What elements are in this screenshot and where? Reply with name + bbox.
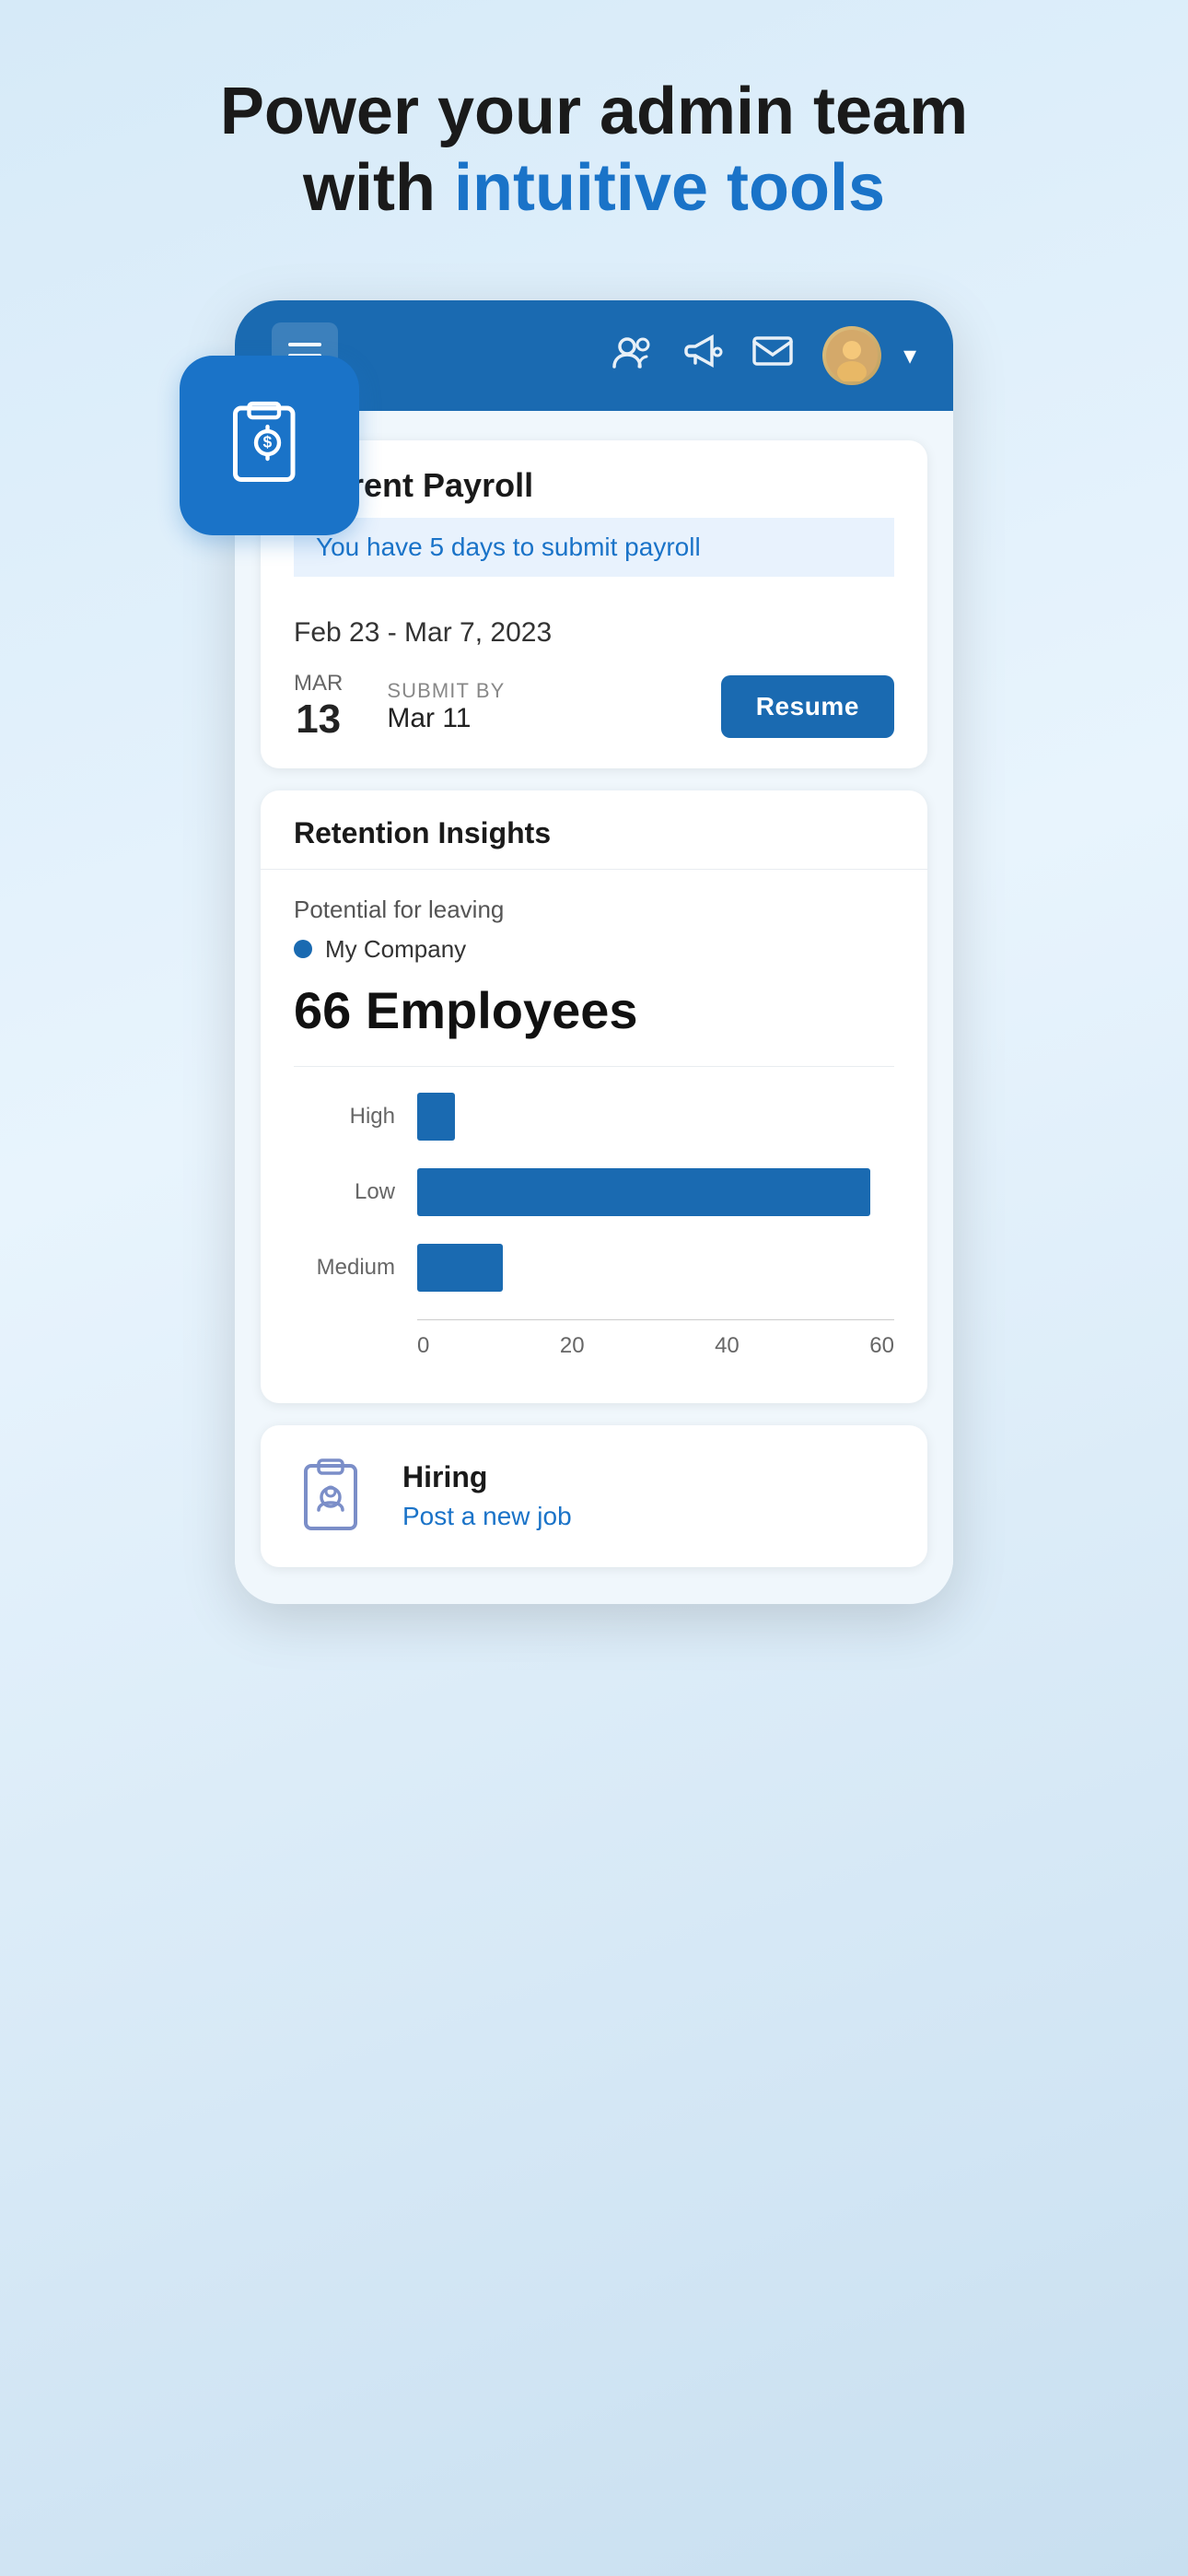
payroll-submit-by: SUBMIT BY Mar 11	[387, 679, 505, 734]
retention-title: Retention Insights	[294, 816, 894, 850]
hiring-text: Hiring Post a new job	[402, 1460, 572, 1531]
payroll-date-group: MAR 13 SUBMIT BY Mar 11	[294, 671, 505, 743]
payroll-icon-float: $	[180, 356, 359, 535]
payroll-card: Current Payroll You have 5 days to submi…	[261, 440, 927, 768]
payroll-day-number: 13	[296, 697, 341, 743]
company-name: My Company	[325, 935, 466, 964]
payroll-title: Current Payroll	[294, 466, 894, 505]
chart-label-medium: Medium	[294, 1255, 395, 1281]
payroll-header: Current Payroll You have 5 days to submi…	[261, 440, 927, 591]
bar-chart: High Low	[294, 1093, 894, 1377]
hiring-card: Hiring Post a new job	[261, 1425, 927, 1567]
people-icon[interactable]	[612, 334, 653, 378]
hiring-icon	[298, 1455, 372, 1538]
divider	[294, 1066, 894, 1067]
hero-title: Power your admin team with intuitive too…	[0, 74, 1188, 227]
hiring-link[interactable]: Post a new job	[402, 1502, 572, 1530]
retention-card: Retention Insights Potential for leaving…	[261, 790, 927, 1403]
chart-row-high: High	[294, 1093, 894, 1141]
chart-axis-labels: 0 20 40 60	[417, 1333, 894, 1359]
chart-label-high: High	[294, 1104, 395, 1130]
payroll-month-label: MAR	[294, 671, 343, 697]
hero-section: Power your admin team with intuitive too…	[0, 74, 1188, 227]
hiring-icon-wrap	[294, 1455, 377, 1538]
hiring-title: Hiring	[402, 1460, 572, 1494]
chart-rows: High Low	[294, 1093, 894, 1319]
chart-bar-container-medium	[417, 1244, 894, 1292]
content-area: Current Payroll You have 5 days to submi…	[235, 440, 953, 1567]
avatar-chevron-icon: ▾	[903, 340, 916, 370]
axis-label-40: 40	[715, 1333, 740, 1359]
hero-line1: Power your admin team	[220, 75, 968, 148]
chart-bar-container-high	[417, 1093, 894, 1141]
chart-axis: 0 20 40 60	[417, 1319, 894, 1359]
avatar[interactable]	[822, 326, 881, 385]
payroll-float-icon: $	[224, 399, 316, 491]
payroll-submit-date: Mar 11	[387, 703, 505, 734]
axis-label-0: 0	[417, 1333, 429, 1359]
payroll-month-day: MAR 13	[294, 671, 343, 743]
payroll-notice: You have 5 days to submit payroll	[294, 518, 894, 577]
retention-header: Retention Insights	[261, 790, 927, 870]
potential-label: Potential for leaving	[294, 896, 894, 924]
chart-row-medium: Medium	[294, 1244, 894, 1292]
hero-line2-plain: with	[303, 151, 454, 225]
chart-bar-high	[417, 1093, 455, 1141]
menu-line1	[288, 343, 321, 346]
hero-line2-accent: intuitive tools	[454, 151, 885, 225]
navbar-icons: ▾	[612, 326, 916, 385]
employees-count: 66 Employees	[294, 980, 894, 1040]
payroll-submit-label: SUBMIT BY	[387, 679, 505, 703]
payroll-row: MAR 13 SUBMIT BY Mar 11 Resume	[294, 671, 894, 743]
payroll-dates: Feb 23 - Mar 7, 2023 MAR 13 SUBMIT BY Ma…	[261, 591, 927, 768]
chart-bar-medium	[417, 1244, 503, 1292]
axis-label-20: 20	[560, 1333, 585, 1359]
company-dot	[294, 940, 312, 958]
retention-body: Potential for leaving My Company 66 Empl…	[261, 870, 927, 1403]
axis-label-60: 60	[869, 1333, 894, 1359]
resume-button[interactable]: Resume	[721, 675, 894, 738]
chart-row-low: Low	[294, 1168, 894, 1216]
megaphone-icon[interactable]	[682, 334, 723, 378]
email-icon[interactable]	[752, 334, 793, 377]
phone-wrapper: $	[235, 300, 953, 1604]
chart-label-low: Low	[294, 1179, 395, 1205]
chart-bar-low	[417, 1168, 870, 1216]
payroll-period: Feb 23 - Mar 7, 2023	[294, 617, 894, 649]
company-indicator: My Company	[294, 935, 894, 964]
svg-text:$: $	[262, 433, 272, 451]
chart-bar-container-low	[417, 1168, 894, 1216]
